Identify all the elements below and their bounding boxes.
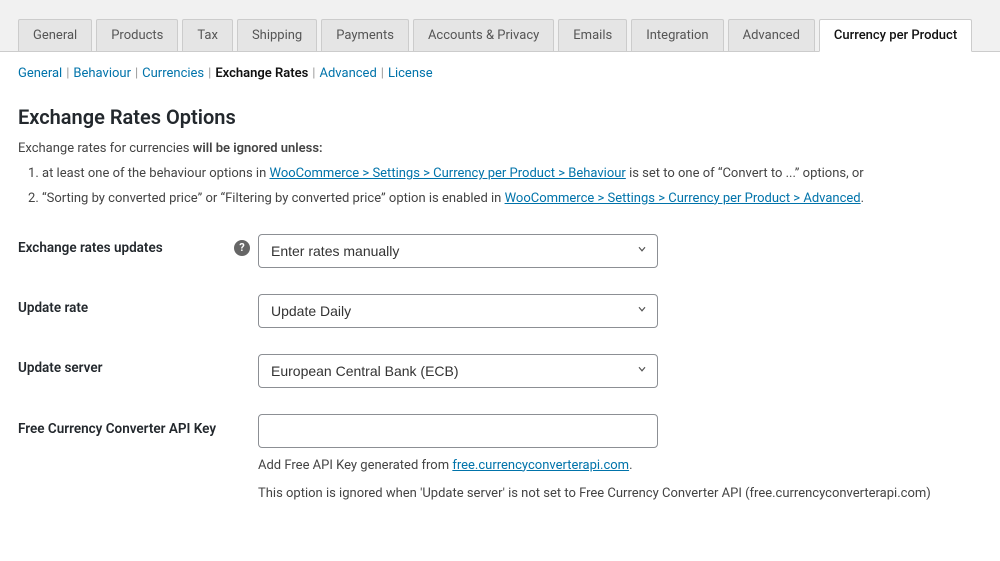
- tab-integration[interactable]: Integration: [631, 19, 723, 51]
- tab-general[interactable]: General: [18, 19, 92, 51]
- subtab-separator: |: [62, 66, 73, 81]
- condition-2-pre: “Sorting by converted price” or “Filteri…: [42, 191, 505, 206]
- tab-accounts-privacy[interactable]: Accounts & Privacy: [413, 19, 554, 51]
- free-currency-api-link[interactable]: free.currencyconverterapi.com: [452, 458, 629, 473]
- advanced-settings-link[interactable]: WooCommerce > Settings > Currency per Pr…: [505, 191, 861, 206]
- tab-advanced[interactable]: Advanced: [728, 19, 815, 51]
- subtab-exchange-rates: Exchange Rates: [215, 66, 308, 81]
- behaviour-settings-link[interactable]: WooCommerce > Settings > Currency per Pr…: [269, 166, 625, 181]
- label-update-server: Update server: [18, 360, 102, 376]
- label-update-rate: Update rate: [18, 300, 88, 316]
- tab-products[interactable]: Products: [96, 19, 178, 51]
- api-key-input[interactable]: [258, 414, 658, 448]
- api-key-desc-1: Add Free API Key generated from free.cur…: [258, 456, 982, 477]
- tab-emails[interactable]: Emails: [558, 19, 627, 51]
- subtab-separator: |: [131, 66, 142, 81]
- subtab-separator: |: [377, 66, 388, 81]
- condition-1-post: is set to one of “Convert to ...” option…: [626, 166, 864, 181]
- subtab-separator: |: [204, 66, 215, 81]
- help-icon[interactable]: ?: [234, 240, 250, 256]
- condition-2: “Sorting by converted price” or “Filteri…: [42, 189, 982, 210]
- intro-prefix: Exchange rates for currencies: [18, 141, 193, 156]
- tab-tax[interactable]: Tax: [182, 19, 233, 51]
- row-update-rate: Update rate Update Daily: [18, 294, 982, 328]
- update-server-select[interactable]: European Central Bank (ECB): [258, 354, 658, 388]
- subtab-currencies[interactable]: Currencies: [142, 66, 204, 81]
- intro-bold: will be ignored unless:: [193, 141, 323, 156]
- subtab-license[interactable]: License: [388, 66, 433, 81]
- condition-1: at least one of the behaviour options in…: [42, 164, 982, 185]
- tab-shipping[interactable]: Shipping: [237, 19, 317, 51]
- label-api-key: Free Currency Converter API Key: [18, 420, 216, 439]
- subtab-separator: |: [308, 66, 319, 81]
- row-exchange-rates-updates: Exchange rates updates ? Enter rates man…: [18, 234, 982, 268]
- section-title: Exchange Rates Options: [18, 105, 982, 129]
- row-api-key: Free Currency Converter API Key Add Free…: [18, 414, 982, 506]
- api-key-desc-2: This option is ignored when 'Update serv…: [258, 484, 982, 505]
- section-subtabs: General|Behaviour|Currencies|Exchange Ra…: [18, 66, 982, 81]
- condition-2-post: .: [861, 191, 864, 206]
- conditions-list: at least one of the behaviour options in…: [22, 164, 982, 210]
- exchange-rates-updates-select[interactable]: Enter rates manually: [258, 234, 658, 268]
- settings-tabs: GeneralProductsTaxShippingPaymentsAccoun…: [0, 18, 1000, 52]
- row-update-server: Update server European Central Bank (ECB…: [18, 354, 982, 388]
- intro-text: Exchange rates for currencies will be ig…: [18, 141, 982, 156]
- tab-currency-per-product[interactable]: Currency per Product: [819, 19, 972, 52]
- subtab-general[interactable]: General: [18, 66, 62, 81]
- api-key-desc-1-pre: Add Free API Key generated from: [258, 458, 452, 473]
- condition-1-pre: at least one of the behaviour options in: [42, 166, 269, 181]
- label-exchange-rates-updates: Exchange rates updates: [18, 240, 163, 256]
- update-rate-select[interactable]: Update Daily: [258, 294, 658, 328]
- tab-payments[interactable]: Payments: [321, 19, 409, 51]
- subtab-advanced[interactable]: Advanced: [319, 66, 376, 81]
- api-key-desc-1-post: .: [629, 458, 632, 473]
- subtab-behaviour[interactable]: Behaviour: [73, 66, 131, 81]
